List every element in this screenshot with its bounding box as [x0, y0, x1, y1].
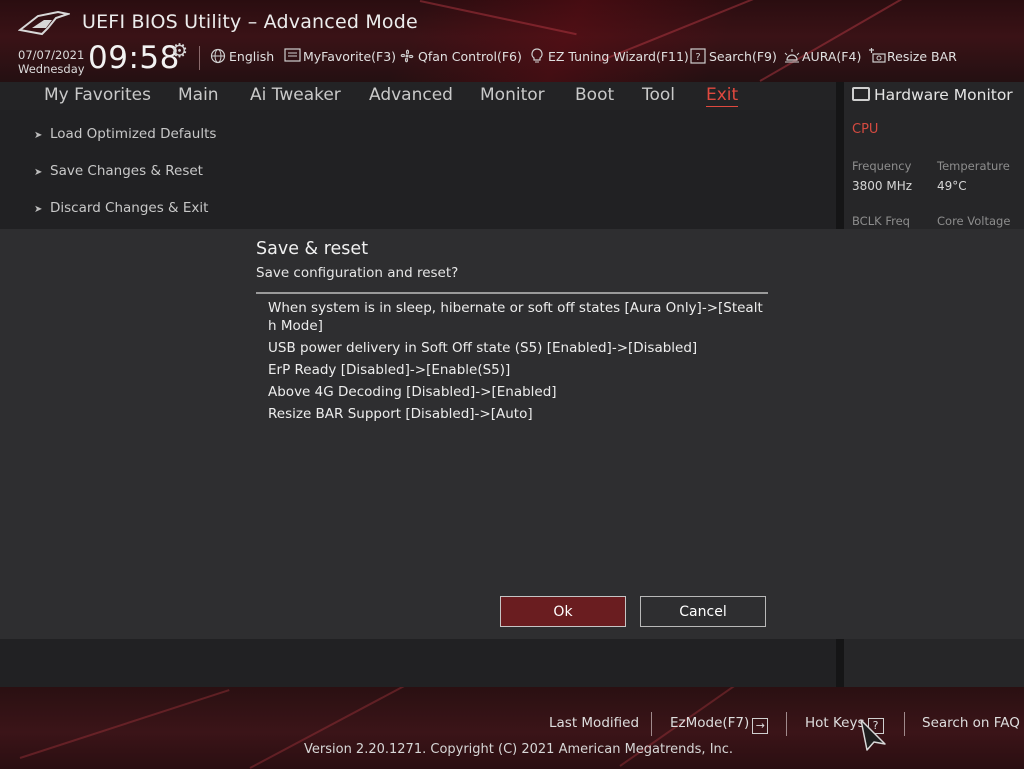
menu-item-label: Discard Changes & Exit — [50, 200, 209, 216]
bclk-label: BCLK Freq — [852, 214, 910, 228]
fan-icon — [399, 48, 415, 64]
menu-item-load-defaults[interactable]: ➤ Load Optimized Defaults — [34, 126, 216, 142]
tab-main[interactable]: Main — [178, 85, 219, 105]
date-value: 07/07/2021 — [18, 48, 85, 62]
copyright-text: Version 2.20.1271. Copyright (C) 2021 Am… — [304, 742, 734, 757]
aura-button[interactable]: AURA(F4) — [783, 46, 861, 66]
qfan-control-button[interactable]: Qfan Control(F6) — [399, 46, 522, 66]
day-value: Wednesday — [18, 62, 85, 76]
ez-tuning-label: EZ Tuning Wizard(F11) — [548, 48, 689, 64]
ez-tuning-wizard-button[interactable]: EZ Tuning Wizard(F11) — [529, 46, 689, 66]
hot-keys-label: Hot Keys — [805, 715, 865, 731]
ezmode-button[interactable]: EzMode(F7) → — [670, 715, 769, 734]
search-label: Search(F9) — [709, 48, 777, 64]
separator — [904, 712, 905, 736]
change-item: ErP Ready [Disabled]->[Enable(S5)] — [268, 362, 511, 378]
myfavorite-button[interactable]: MyFavorite(F3) — [284, 46, 396, 66]
monitor-icon — [852, 87, 870, 101]
clock: 09:58 — [88, 40, 180, 76]
frequency-label: Frequency — [852, 159, 912, 173]
decor-stripe — [19, 689, 230, 759]
menu-item-label: Save Changes & Reset — [50, 163, 203, 179]
ok-button[interactable]: Ok — [500, 596, 626, 627]
rog-logo-icon — [18, 10, 70, 36]
resize-bar-label: Resize BAR — [887, 48, 957, 64]
search-button[interactable]: ? Search(F9) — [690, 46, 777, 66]
ezmode-label: EzMode(F7) — [670, 715, 750, 731]
svg-text:?: ? — [695, 52, 700, 63]
chevron-right-icon: ➤ — [34, 167, 43, 178]
header-bar: UEFI BIOS Utility – Advanced Mode 07/07/… — [0, 0, 1024, 82]
main-tabs: My Favorites Main Ai Tweaker Advanced Mo… — [0, 82, 836, 110]
exit-arrow-icon: → — [752, 718, 769, 734]
last-modified-button[interactable]: Last Modified — [549, 715, 639, 731]
language-label: English — [229, 48, 275, 64]
qfan-label: Qfan Control(F6) — [418, 48, 522, 64]
globe-icon — [210, 48, 226, 64]
question-box-icon: ? — [690, 48, 706, 64]
myfavorite-label: MyFavorite(F3) — [303, 48, 397, 64]
date-display: 07/07/2021 Wednesday — [18, 48, 85, 76]
menu-item-save-reset[interactable]: ➤ Save Changes & Reset — [34, 163, 203, 179]
hardware-monitor-title: Hardware Monitor — [852, 86, 1013, 104]
change-item: When system is in sleep, hibernate or so… — [268, 300, 763, 334]
chevron-right-icon: ➤ — [34, 204, 43, 215]
change-list: When system is in sleep, hibernate or so… — [268, 299, 768, 427]
core-voltage-label: Core Voltage — [937, 214, 1011, 228]
temperature-value: 49°C — [937, 179, 967, 193]
tab-tool[interactable]: Tool — [642, 85, 675, 105]
dialog-subtitle: Save configuration and reset? — [256, 265, 459, 281]
tab-ai-tweaker[interactable]: Ai Tweaker — [250, 85, 341, 105]
tab-advanced[interactable]: Advanced — [369, 85, 453, 105]
cpu-section-label: CPU — [852, 122, 879, 137]
separator — [786, 712, 787, 736]
frequency-value: 3800 MHz — [852, 179, 913, 193]
resize-bar-icon — [868, 48, 886, 64]
temperature-label: Temperature — [937, 159, 1010, 173]
tab-monitor[interactable]: Monitor — [480, 85, 545, 105]
search-faq-button[interactable]: Search on FAQ — [922, 715, 1020, 731]
language-button[interactable]: English — [210, 46, 274, 66]
tab-exit[interactable]: Exit — [706, 85, 739, 107]
chevron-right-icon: ➤ — [34, 130, 43, 141]
lightbulb-icon — [529, 48, 545, 64]
aura-label: AURA(F4) — [802, 48, 862, 64]
aura-light-icon — [783, 48, 800, 64]
decor-stripe — [419, 0, 577, 36]
separator — [199, 46, 200, 70]
change-item: Above 4G Decoding [Disabled]->[Enabled] — [268, 384, 557, 400]
menu-item-label: Load Optimized Defaults — [50, 126, 217, 142]
hardware-monitor-label: Hardware Monitor — [874, 86, 1013, 104]
decor-stripe — [759, 0, 934, 82]
save-reset-dialog: Save & reset Save configuration and rese… — [0, 229, 1024, 639]
resize-bar-button[interactable]: Resize BAR — [868, 46, 957, 66]
mouse-cursor-icon — [860, 719, 886, 751]
gear-icon[interactable]: ⚙ — [171, 40, 188, 62]
tab-my-favorites[interactable]: My Favorites — [44, 85, 151, 105]
cancel-button[interactable]: Cancel — [640, 596, 766, 627]
separator — [651, 712, 652, 736]
window-title: UEFI BIOS Utility – Advanced Mode — [82, 11, 418, 33]
menu-item-discard-exit[interactable]: ➤ Discard Changes & Exit — [34, 200, 208, 216]
dialog-title: Save & reset — [256, 239, 369, 259]
tab-boot[interactable]: Boot — [575, 85, 614, 105]
dialog-divider — [256, 292, 768, 294]
change-item: Resize BAR Support [Disabled]->[Auto] — [268, 406, 533, 422]
favorite-list-icon — [284, 48, 301, 64]
change-item: USB power delivery in Soft Off state (S5… — [268, 340, 698, 356]
